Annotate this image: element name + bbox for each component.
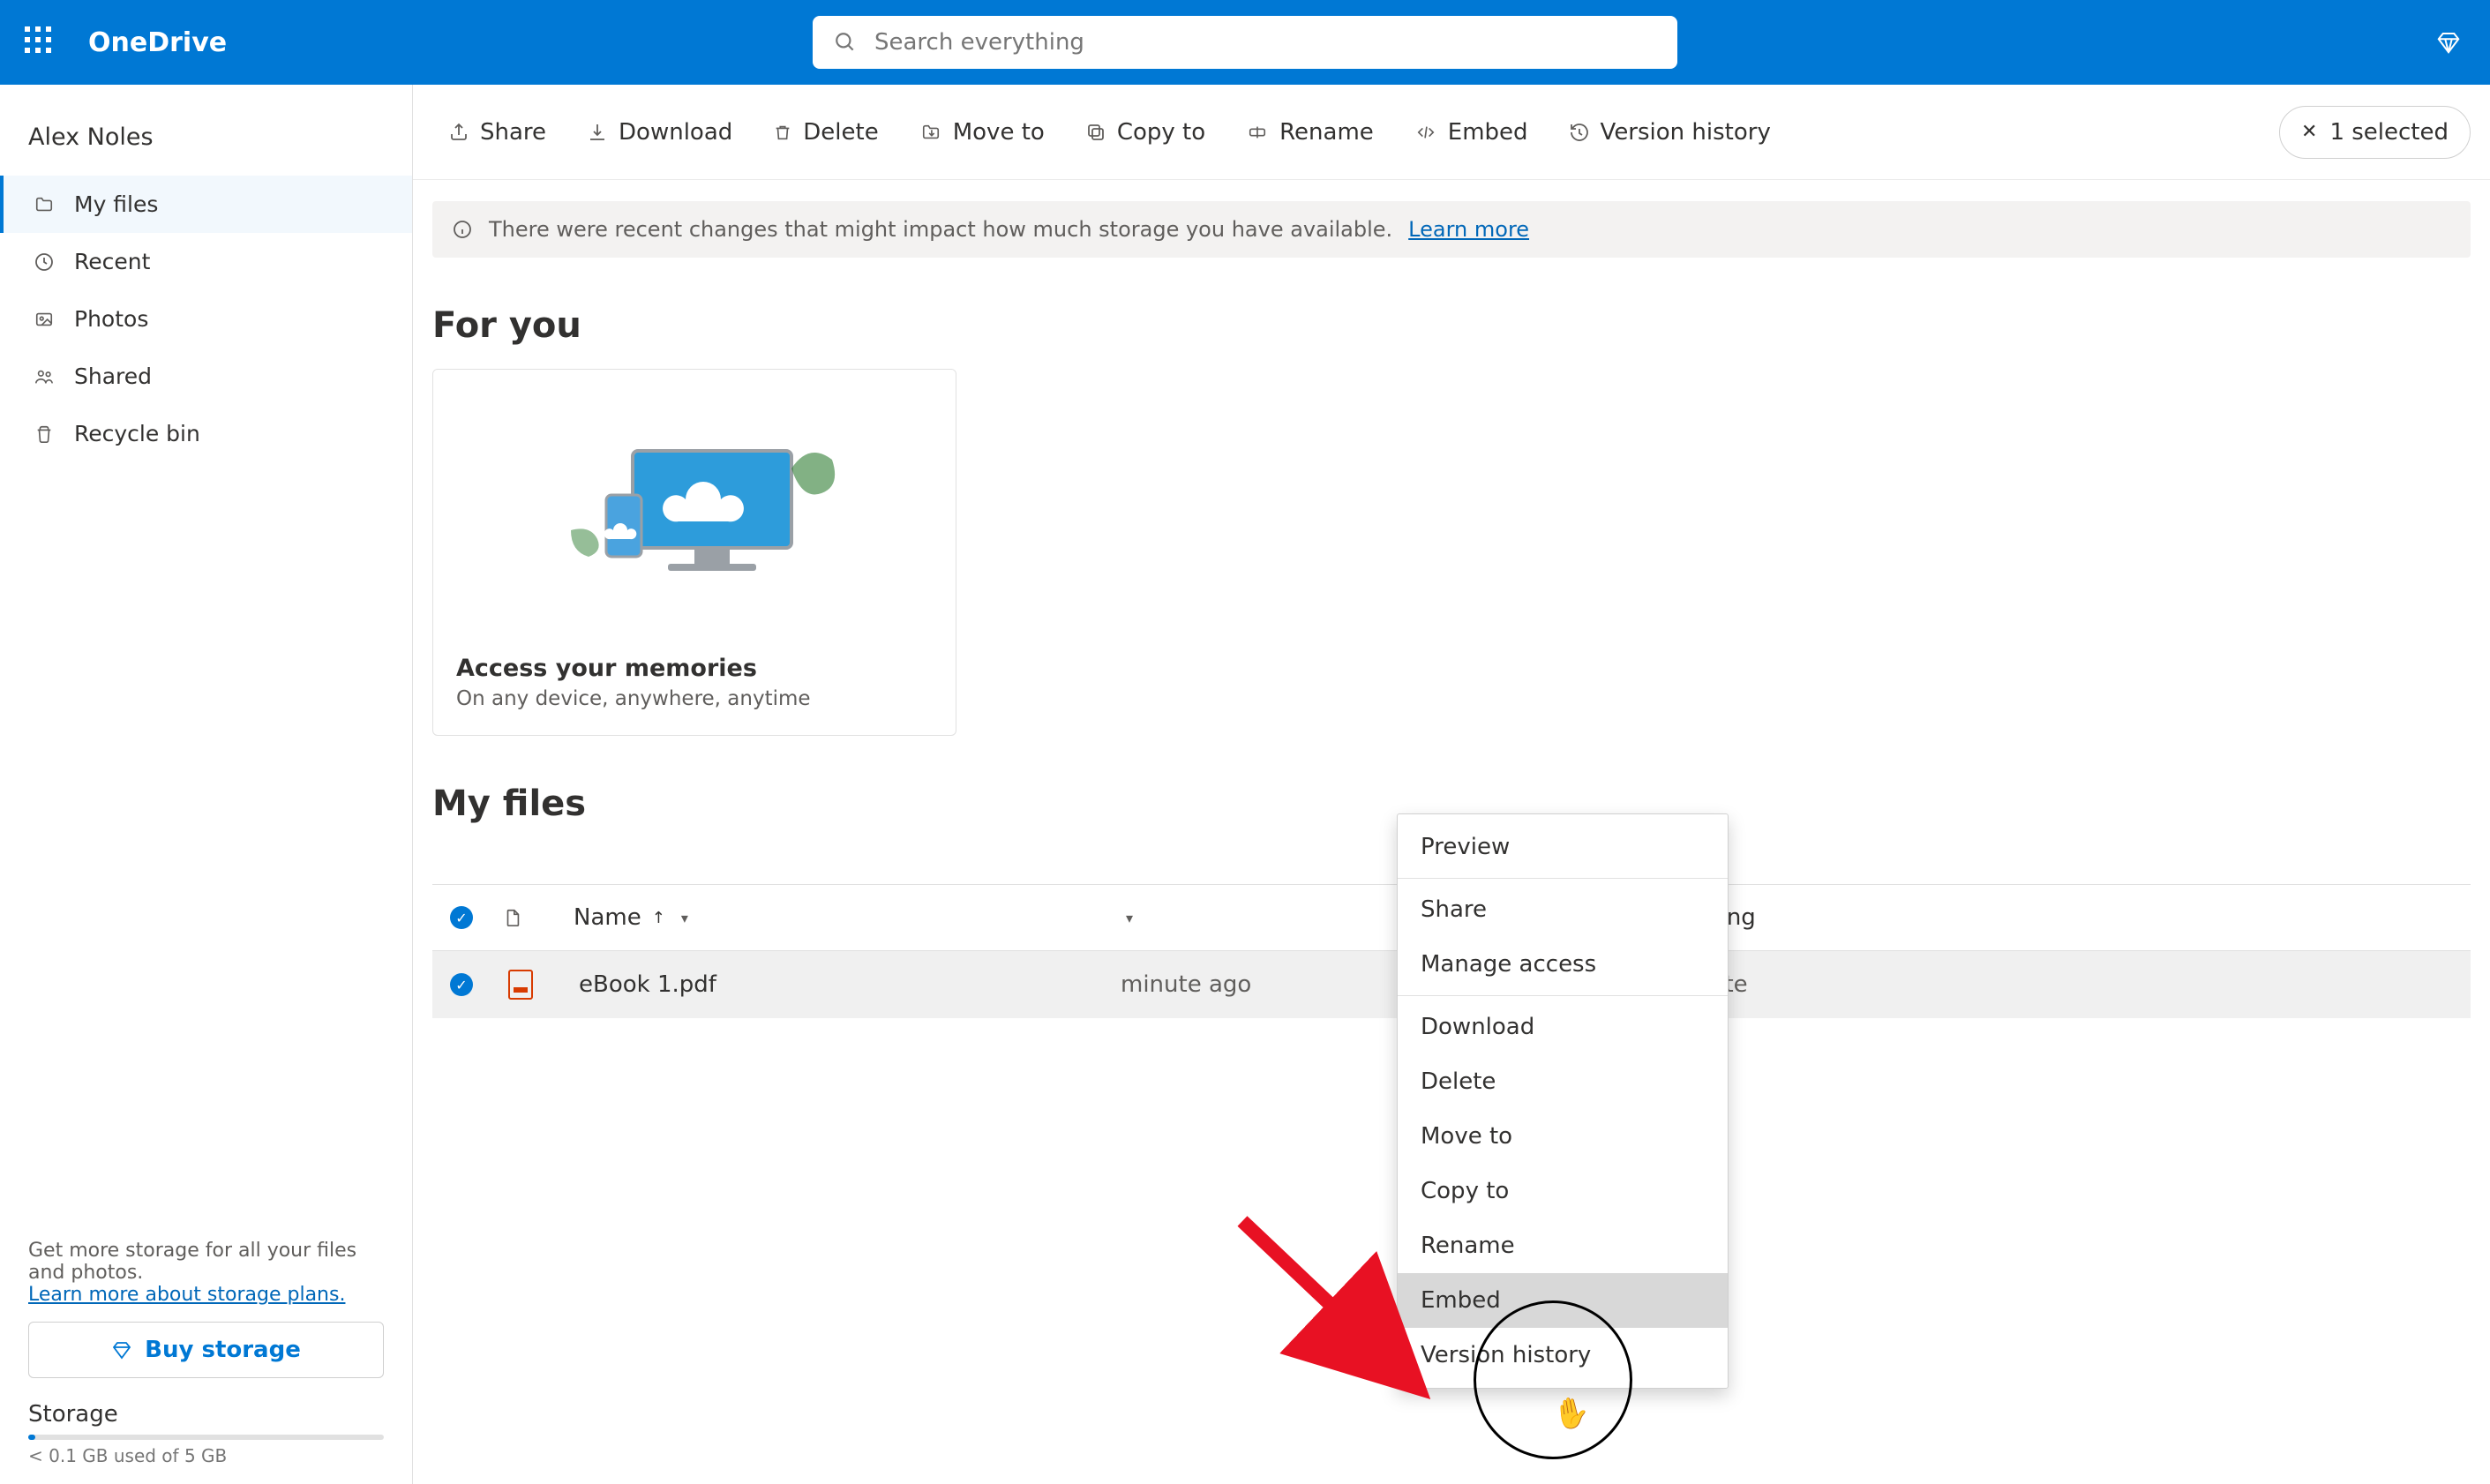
sidebar-item-myfiles[interactable]: My files <box>0 176 412 233</box>
code-icon <box>1414 123 1437 142</box>
storage-plans-link[interactable]: Learn more about storage plans. <box>28 1284 345 1306</box>
for-you-heading: For you <box>413 258 2490 369</box>
download-button[interactable]: Download <box>571 109 748 156</box>
select-all-checkbox[interactable]: ✓ <box>450 906 473 929</box>
info-text: There were recent changes that might imp… <box>489 217 1392 242</box>
app-header: OneDrive <box>0 0 2490 85</box>
photos-icon <box>32 310 56 329</box>
ctx-manage-access[interactable]: Manage access <box>1398 937 1728 992</box>
context-menu: Preview Share Manage access Download Del… <box>1397 813 1729 1389</box>
premium-icon[interactable] <box>2435 29 2462 56</box>
storage-bar <box>28 1435 384 1440</box>
sidebar-item-label: My files <box>74 191 158 217</box>
sidebar-item-label: Photos <box>74 306 148 332</box>
menu-separator <box>1398 878 1728 879</box>
file-sharing: Private <box>1668 971 2471 998</box>
search-icon <box>834 31 857 54</box>
row-checkbox[interactable]: ✓ <box>450 973 473 996</box>
for-you-card[interactable]: Access your memories On any device, anyw… <box>432 369 956 736</box>
ctx-rename[interactable]: Rename <box>1398 1218 1728 1273</box>
buy-storage-button[interactable]: Buy storage <box>28 1322 384 1378</box>
col-sharing[interactable]: Sharing <box>1668 904 2471 931</box>
clock-icon <box>32 251 56 273</box>
ctx-moveto[interactable]: Move to <box>1398 1109 1728 1164</box>
folder-icon <box>32 195 56 214</box>
sidebar: Alex Noles My files Recent Photos Shared <box>0 85 413 1484</box>
share-icon <box>448 122 469 143</box>
cmd-label: Copy to <box>1117 119 1205 146</box>
sidebar-item-label: Recycle bin <box>74 421 200 446</box>
user-name: Alex Noles <box>0 108 412 176</box>
moveto-icon <box>919 123 942 142</box>
sidebar-item-shared[interactable]: Shared <box>0 348 412 405</box>
pdf-file-icon <box>508 970 533 1000</box>
share-button[interactable]: Share <box>432 109 562 156</box>
cmd-label: Download <box>619 119 732 146</box>
search-container <box>813 16 1677 69</box>
info-banner: There were recent changes that might imp… <box>432 201 2471 258</box>
storage-heading: Storage <box>28 1401 384 1428</box>
annotation-cursor-icon: ✋ <box>1550 1393 1594 1435</box>
download-icon <box>587 122 608 143</box>
cmd-label: Delete <box>803 119 878 146</box>
col-name[interactable]: Name ↑ ▾ <box>574 904 891 931</box>
search-box[interactable] <box>813 16 1677 69</box>
sidebar-item-label: Shared <box>74 364 152 389</box>
chevron-down-icon: ▾ <box>1126 910 1133 926</box>
cmd-label: Move to <box>953 119 1045 146</box>
trash-icon <box>773 122 792 143</box>
ctx-download[interactable]: Download <box>1398 1000 1728 1054</box>
storage-usage-text: < 0.1 GB used of 5 GB <box>28 1445 384 1466</box>
buy-storage-label: Buy storage <box>145 1337 301 1363</box>
col-modified[interactable]: ▾ <box>1121 910 1421 926</box>
copyto-button[interactable]: Copy to <box>1069 109 1221 156</box>
embed-button[interactable]: Embed <box>1399 109 1544 156</box>
delete-button[interactable]: Delete <box>757 109 894 156</box>
brand-title: OneDrive <box>88 27 227 58</box>
document-icon <box>503 905 574 930</box>
ctx-share[interactable]: Share <box>1398 882 1728 937</box>
chevron-down-icon: ▾ <box>681 910 688 926</box>
sidebar-item-label: Recent <box>74 249 150 274</box>
file-modified: minute ago <box>1121 971 1421 998</box>
cmd-label: Embed <box>1448 119 1528 146</box>
close-icon[interactable]: ✕ <box>2301 121 2317 143</box>
ctx-delete[interactable]: Delete <box>1398 1054 1728 1109</box>
file-name[interactable]: eBook 1.pdf <box>574 971 891 998</box>
rename-icon <box>1246 123 1269 142</box>
col-name-label: Name <box>574 904 641 931</box>
cmd-label: Version history <box>1601 119 1771 146</box>
info-learn-more-link[interactable]: Learn more <box>1408 217 1529 242</box>
main-pane: Share Download Delete Move to <box>413 85 2490 1484</box>
selection-label: 1 selected <box>2329 119 2449 146</box>
sidebar-item-recent[interactable]: Recent <box>0 233 412 290</box>
sort-asc-icon: ↑ <box>652 909 665 927</box>
cmd-label: Share <box>480 119 546 146</box>
rename-button[interactable]: Rename <box>1230 109 1390 156</box>
ctx-preview[interactable]: Preview <box>1398 820 1728 874</box>
history-icon <box>1569 122 1590 143</box>
versionhistory-button[interactable]: Version history <box>1553 109 1787 156</box>
ctx-embed[interactable]: Embed <box>1398 1273 1728 1328</box>
cmd-label: Rename <box>1279 119 1374 146</box>
menu-separator <box>1398 995 1728 996</box>
selection-chip[interactable]: ✕ 1 selected <box>2279 106 2471 159</box>
diamond-icon <box>111 1339 132 1360</box>
people-icon <box>32 367 56 386</box>
sidebar-item-photos[interactable]: Photos <box>0 290 412 348</box>
recycle-icon <box>32 423 56 445</box>
moveto-button[interactable]: Move to <box>904 109 1061 156</box>
storage-promo-text: Get more storage for all your files and … <box>28 1240 384 1284</box>
command-bar: Share Download Delete Move to <box>413 85 2490 180</box>
sidebar-item-recyclebin[interactable]: Recycle bin <box>0 405 412 462</box>
app-launcher-icon[interactable] <box>25 26 56 58</box>
info-icon <box>452 219 473 240</box>
search-input[interactable] <box>874 29 1656 56</box>
ctx-version-history[interactable]: Version history <box>1398 1328 1728 1383</box>
for-you-card-title: Access your memories <box>456 655 933 682</box>
copy-icon <box>1085 122 1106 143</box>
memories-illustration <box>433 370 956 637</box>
ctx-copyto[interactable]: Copy to <box>1398 1164 1728 1218</box>
for-you-card-subtitle: On any device, anywhere, anytime <box>456 687 933 710</box>
